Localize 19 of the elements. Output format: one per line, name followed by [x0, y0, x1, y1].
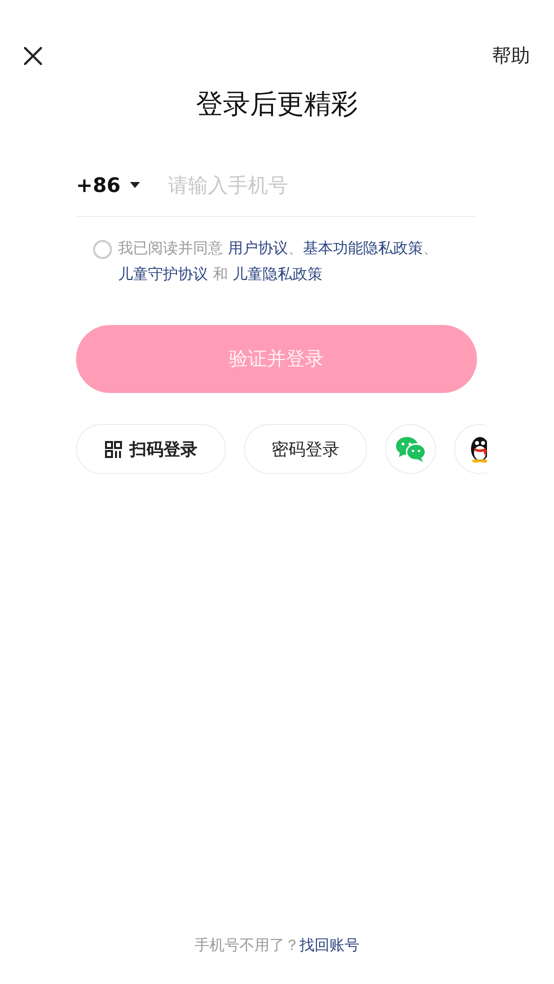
- qr-login-button[interactable]: 扫码登录: [76, 424, 226, 474]
- recover-account-link[interactable]: 找回账号: [300, 936, 360, 954]
- chat-bubbles-icon: [396, 436, 426, 462]
- qr-code-icon: [104, 440, 122, 458]
- country-code-dropdown[interactable]: +86: [76, 173, 168, 197]
- agreement-link[interactable]: 用户协议: [228, 239, 288, 257]
- agreement-link[interactable]: 基本功能隐私政策: [302, 239, 423, 257]
- agreement-link[interactable]: 儿童隐私政策: [232, 265, 323, 283]
- penguin-icon: [468, 435, 487, 463]
- close-button[interactable]: [23, 46, 43, 66]
- agreement-checkbox[interactable]: [93, 240, 112, 259]
- password-login-button[interactable]: 密码登录: [244, 424, 367, 474]
- close-icon: [23, 46, 43, 66]
- page-title: 登录后更精彩: [195, 88, 359, 122]
- caret-icon: [130, 182, 140, 188]
- agreement-link[interactable]: 儿童守护协议: [118, 265, 208, 283]
- help-link[interactable]: 帮助: [492, 43, 530, 69]
- footer-text: 手机号不用了？找回账号: [194, 936, 360, 955]
- agreement-text: 我已阅读并同意 用户协议、基本功能隐私政策、 儿童守护协议 和 儿童隐私政策: [118, 238, 439, 285]
